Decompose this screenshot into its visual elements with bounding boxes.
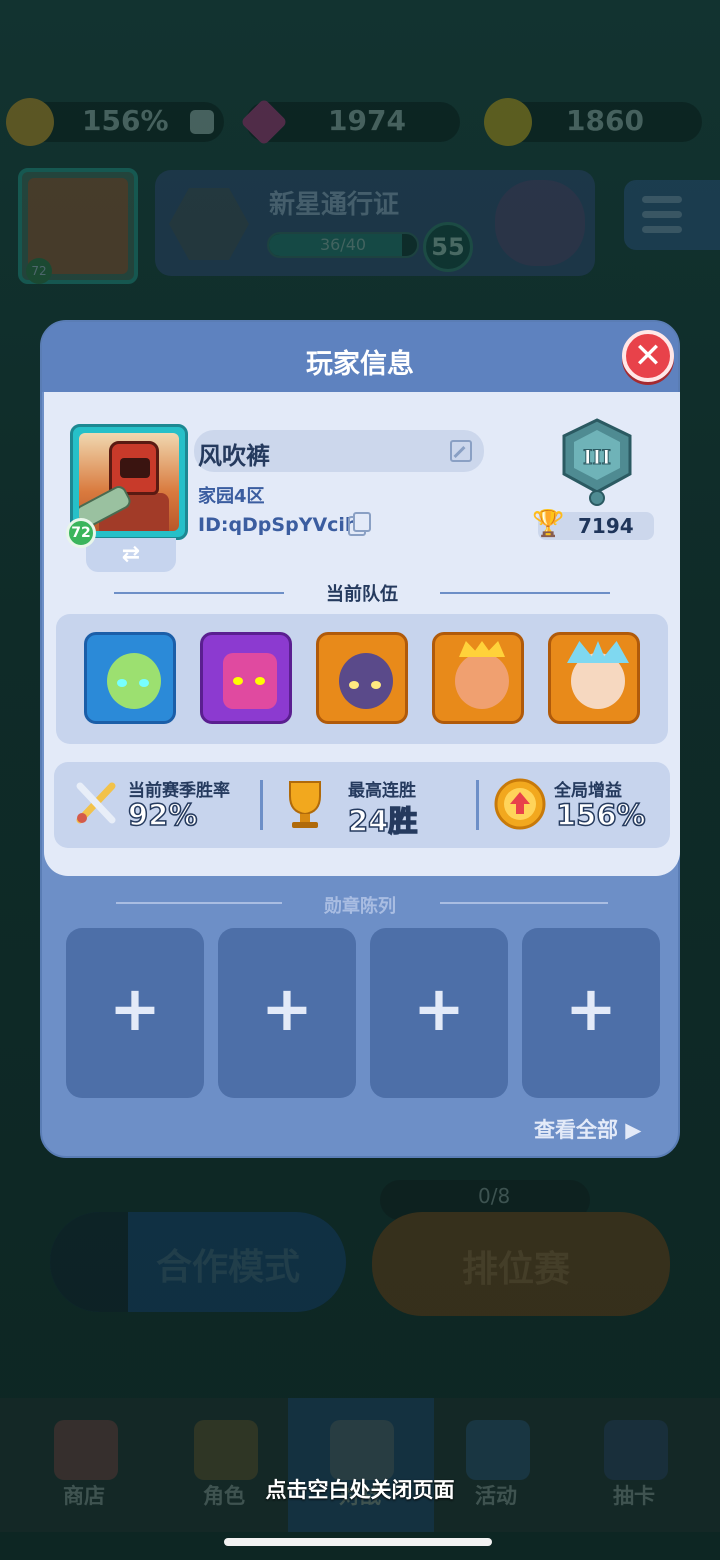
medals-title: 勋章陈列 [324, 896, 396, 917]
close-icon: ✕ [633, 336, 663, 376]
boost-icon [6, 98, 54, 146]
battle-pass-banner[interactable]: 新星通行证 36/40 55 [155, 170, 595, 276]
hero-4-card[interactable] [432, 632, 524, 724]
ranked-count-text: 0/8 [478, 1184, 511, 1208]
coop-arrow-icon [50, 1212, 128, 1312]
team-divider-right [440, 592, 610, 594]
add-icon: + [413, 972, 465, 1045]
rank-emblem-icon: III [562, 418, 632, 506]
gems-value: 1974 [328, 104, 406, 137]
pass-mascot-icon [495, 180, 585, 266]
copy-icon[interactable] [348, 512, 371, 536]
nav-item-gacha[interactable]: 抽卡 [574, 1398, 694, 1532]
mystery-card-icon [604, 1420, 668, 1480]
close-hint[interactable]: 点击空白处关闭页面 [0, 1474, 720, 1504]
pass-emblem-icon [169, 188, 249, 260]
medal-slot-3[interactable]: + [370, 928, 508, 1098]
edit-icon[interactable] [450, 440, 472, 462]
crown-icon [459, 641, 505, 657]
ranked-label: 排位赛 [462, 1249, 571, 1290]
medal-slot-4[interactable]: + [522, 928, 660, 1098]
player-level-badge: 72 [66, 518, 96, 548]
shop-icon [54, 1420, 118, 1480]
swap-icon: ⇄ [121, 542, 141, 567]
hero-3-card[interactable] [316, 632, 408, 724]
avatar-level: 72 [26, 258, 52, 284]
nav-item-battle[interactable]: 对战 [300, 1398, 420, 1532]
medals-divider-right [440, 902, 608, 904]
coop-mode-button[interactable]: 合作模式 [50, 1212, 346, 1312]
medal-slot-1[interactable]: + [66, 928, 204, 1098]
coin-icon [484, 98, 532, 146]
info-icon [190, 110, 214, 134]
add-icon: + [261, 972, 313, 1045]
player-name-field[interactable]: 风吹裤 [194, 430, 484, 472]
crossed-swords-icon [76, 782, 116, 824]
nav-item-events[interactable]: 活动 [436, 1398, 556, 1532]
close-button[interactable]: ✕ [622, 330, 674, 382]
player-name: 风吹裤 [198, 442, 270, 470]
player-info-modal: 玩家信息 ✕ ⇄ 72 风吹裤 家园4区 ID:qDpSpYVcih III 🏆… [40, 320, 680, 1158]
ice-crown-icon [567, 641, 629, 663]
trophy-value: 7194 [578, 514, 634, 538]
hero-5-card[interactable] [548, 632, 640, 724]
pass-title: 新星通行证 [269, 190, 400, 220]
trophy-icon: 🏆 [532, 509, 565, 539]
global-boost-value: 156% [555, 797, 646, 833]
coins-resource: 1860 [484, 98, 702, 146]
hero-1-card[interactable] [84, 632, 176, 724]
player-info-panel: ⇄ 72 风吹裤 家园4区 ID:qDpSpYVcih III 🏆 7194 当… [44, 392, 680, 876]
trophy-count: 🏆 7194 [532, 509, 654, 540]
boost-value: 156% [82, 104, 169, 137]
home-indicator[interactable] [224, 1538, 492, 1546]
player-region: 家园4区 [198, 486, 265, 507]
menu-button[interactable] [624, 180, 720, 250]
gems-resource: 1974 [240, 98, 460, 146]
crossed-swords-icon [330, 1420, 394, 1480]
add-icon: + [109, 972, 161, 1045]
coop-mode-label: 合作模式 [156, 1247, 301, 1288]
pass-progress-text: 36/40 [319, 235, 367, 254]
modal-header: 玩家信息 [42, 322, 678, 392]
ranked-button[interactable]: 排位赛 [372, 1212, 670, 1316]
view-all-link[interactable]: 查看全部 ▶ [534, 1114, 641, 1144]
star-shield-icon [466, 1420, 530, 1480]
add-icon: + [565, 972, 617, 1045]
pass-progress-bar: 36/40 [267, 232, 419, 258]
medal-slot-2[interactable]: + [218, 928, 356, 1098]
swap-avatar-button[interactable]: ⇄ [86, 538, 176, 572]
trophy-icon [289, 781, 321, 828]
player-id: ID:qDpSpYVcih [198, 514, 359, 536]
modal-title: 玩家信息 [306, 349, 414, 380]
coins-value: 1860 [566, 104, 644, 137]
season-winrate-value: 92% [127, 797, 198, 833]
character-icon [194, 1420, 258, 1480]
team-row [56, 614, 668, 744]
boost-resource: 156% [6, 98, 224, 146]
menu-icon [642, 196, 682, 203]
nav-item-characters[interactable]: 角色 [164, 1398, 284, 1532]
profile-avatar-button[interactable]: 72 [18, 168, 138, 284]
pass-level-badge: 55 [423, 222, 473, 272]
rank-numeral: III [583, 445, 611, 469]
stats-row: 当前赛季胜率 92% 最高连胜 24胜 全局增益 156% [54, 762, 670, 848]
boost-up-icon [494, 778, 546, 830]
hero-2-card[interactable] [200, 632, 292, 724]
nav-item-shop[interactable]: 商店 [24, 1398, 144, 1532]
max-streak-value: 24胜 [347, 803, 418, 839]
